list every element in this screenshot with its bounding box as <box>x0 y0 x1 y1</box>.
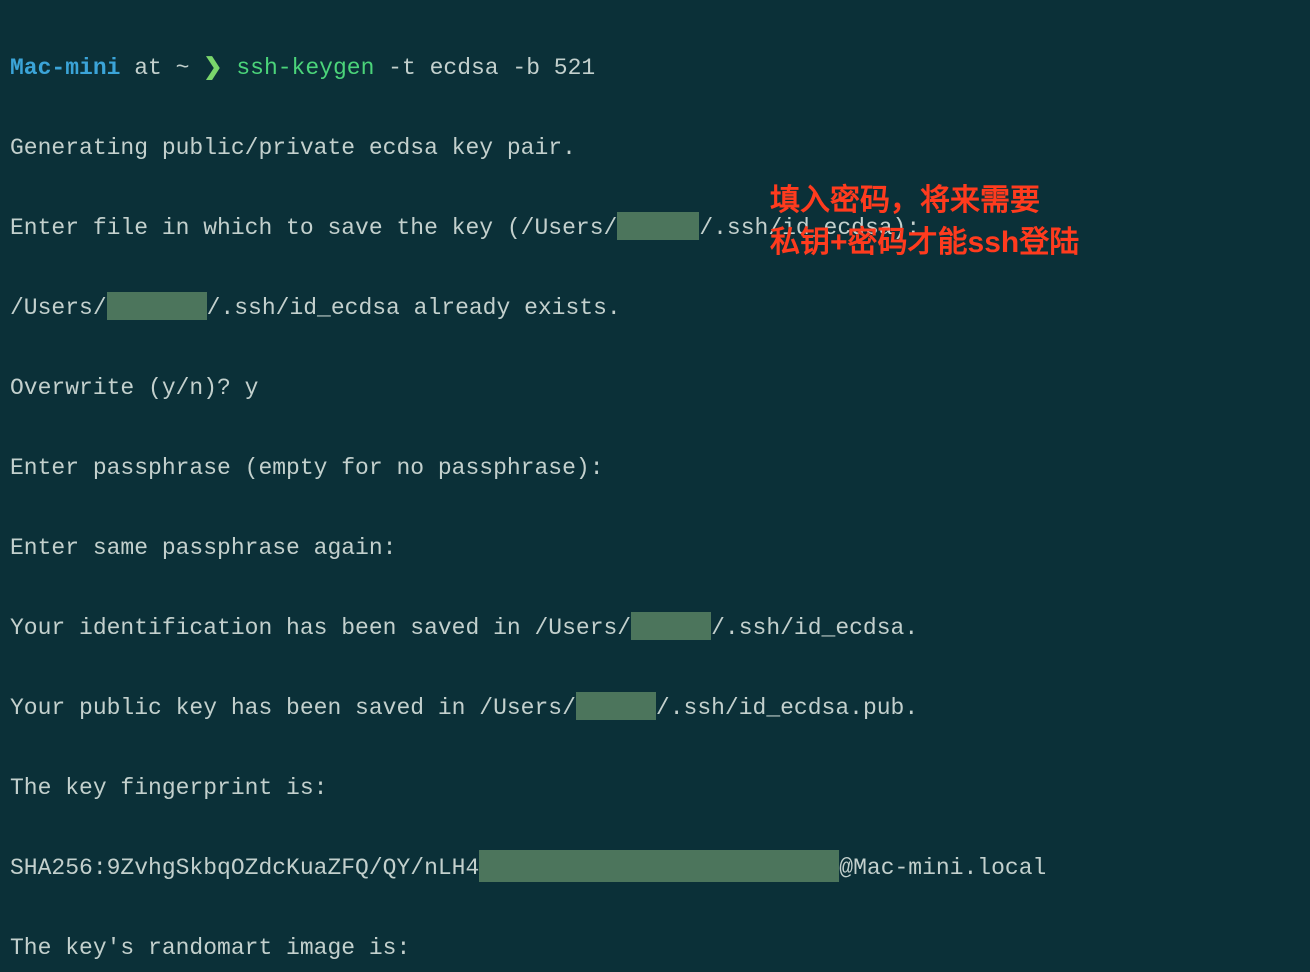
text: SHA256:9ZvhgSkbqOZdcKuaZFQ/QY/nLH4 <box>10 855 479 881</box>
prompt-arrow-icon: ❯ <box>189 55 236 81</box>
annotation-line-1: 填入密码，将来需要 <box>770 180 1079 222</box>
text: Your identification has been saved in /U… <box>10 615 631 641</box>
output-line: Enter passphrase (empty for no passphras… <box>10 448 1300 488</box>
redacted-block <box>479 850 839 882</box>
output-line: Overwrite (y/n)? y <box>10 368 1300 408</box>
text: /.ssh/id_ecdsa. <box>711 615 918 641</box>
prompt-at: at <box>120 55 175 81</box>
output-line: The key's randomart image is: <box>10 928 1300 968</box>
output-line: Your public key has been saved in /Users… <box>10 688 1300 728</box>
output-line: Enter file in which to save the key (/Us… <box>10 208 1300 248</box>
text: /.ssh/id_ecdsa.pub. <box>656 695 918 721</box>
prompt-host: Mac-mini <box>10 55 120 81</box>
text: /.ssh/id_ecdsa already exists. <box>207 295 621 321</box>
redacted-block <box>631 612 711 640</box>
prompt-cwd: ~ <box>176 55 190 81</box>
terminal-output: Mac-mini at ~ ❯ ssh-keygen -t ecdsa -b 5… <box>0 0 1310 972</box>
redacted-block <box>107 292 207 320</box>
command-args: -t ecdsa -b 521 <box>374 55 595 81</box>
redacted-block <box>617 212 699 240</box>
text: Enter file in which to save the key (/Us… <box>10 215 617 241</box>
text: Your public key has been saved in /Users… <box>10 695 576 721</box>
output-line: Enter same passphrase again: <box>10 528 1300 568</box>
annotation-line-2: 私钥+密码才能ssh登陆 <box>770 222 1079 264</box>
redacted-block <box>576 692 656 720</box>
output-line: Generating public/private ecdsa key pair… <box>10 128 1300 168</box>
output-line: /Users/ /.ssh/id_ecdsa already exists. <box>10 288 1300 328</box>
output-line: The key fingerprint is: <box>10 768 1300 808</box>
text: /Users/ <box>10 295 107 321</box>
prompt-line[interactable]: Mac-mini at ~ ❯ ssh-keygen -t ecdsa -b 5… <box>10 48 1300 88</box>
text: @Mac-mini.local <box>839 855 1046 881</box>
output-line: SHA256:9ZvhgSkbqOZdcKuaZFQ/QY/nLH4 @Mac-m… <box>10 848 1300 888</box>
annotation-overlay: 填入密码，将来需要 私钥+密码才能ssh登陆 <box>770 180 1079 264</box>
output-line: Your identification has been saved in /U… <box>10 608 1300 648</box>
command: ssh-keygen <box>236 55 374 81</box>
